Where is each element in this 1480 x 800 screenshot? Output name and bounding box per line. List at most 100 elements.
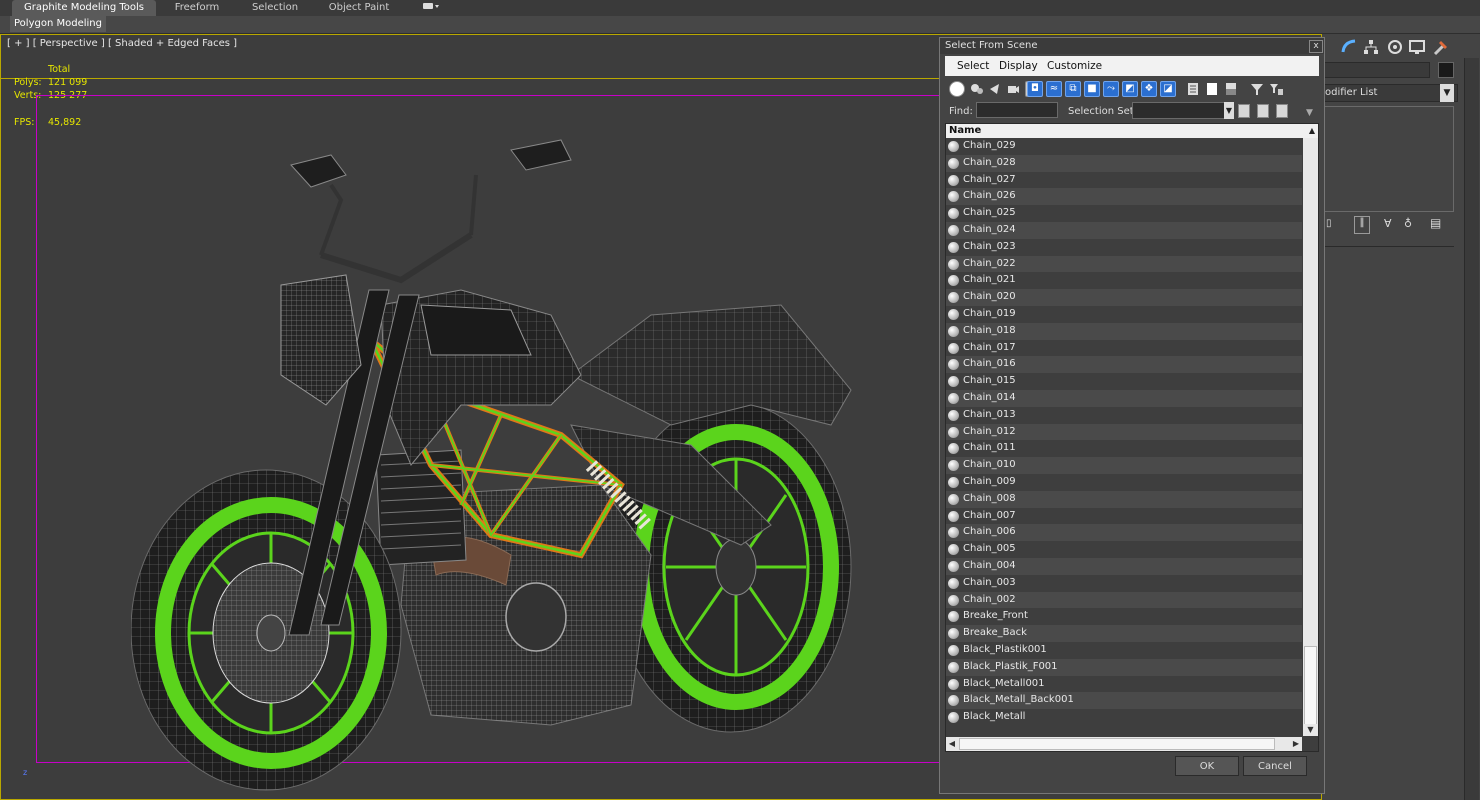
menu-customize[interactable]: Customize bbox=[1047, 60, 1102, 72]
find-input[interactable] bbox=[976, 102, 1058, 118]
ribbon-options-icon[interactable] bbox=[418, 0, 444, 16]
tab-freeform[interactable]: Freeform bbox=[160, 0, 234, 16]
list-item[interactable]: Chain_007 bbox=[946, 508, 1302, 525]
list-item[interactable]: Chain_027 bbox=[946, 172, 1302, 189]
scroll-right-icon[interactable]: ▶ bbox=[1290, 737, 1302, 751]
selection-set-dropdown[interactable] bbox=[1132, 102, 1228, 119]
tab-polygon-modeling[interactable]: Polygon Modeling bbox=[10, 16, 106, 32]
chevron-down-icon[interactable]: ▼ bbox=[1440, 84, 1454, 102]
menu-select[interactable]: Select bbox=[957, 60, 989, 72]
filter-settings-icon[interactable] bbox=[1268, 81, 1284, 97]
list-item[interactable]: Chain_014 bbox=[946, 389, 1302, 407]
ok-button[interactable]: OK bbox=[1175, 756, 1239, 776]
list-item[interactable]: Black_Plastik001 bbox=[946, 642, 1302, 659]
list-item[interactable]: Chain_016 bbox=[946, 356, 1302, 374]
pin-stack-icon[interactable]: ▯ bbox=[1326, 218, 1332, 229]
display-bones-icon[interactable]: ⤳ bbox=[1103, 81, 1119, 97]
column-header-name[interactable]: Name bbox=[946, 124, 1306, 138]
display-helpers-active-icon[interactable]: ◘ bbox=[1027, 81, 1043, 97]
list-item[interactable]: Chain_009 bbox=[946, 474, 1302, 491]
tab-graphite-modeling-tools[interactable]: Graphite Modeling Tools bbox=[12, 0, 156, 16]
list-item[interactable]: Black_Metall bbox=[946, 709, 1302, 726]
vertical-scroll-thumb[interactable] bbox=[1304, 646, 1317, 730]
chevron-down-icon[interactable]: ▼ bbox=[1224, 102, 1234, 119]
list-item[interactable]: Chain_005 bbox=[946, 541, 1302, 558]
list-vertical-scrollbar[interactable]: ▼ bbox=[1303, 138, 1318, 736]
display-cameras-icon[interactable] bbox=[1005, 81, 1021, 97]
motion-panel-icon[interactable] bbox=[1386, 38, 1404, 56]
list-item[interactable]: Chain_008 bbox=[946, 490, 1302, 508]
list-item[interactable]: Chain_013 bbox=[946, 407, 1302, 424]
display-geometry-icon[interactable] bbox=[949, 81, 965, 97]
list-item[interactable]: Chain_004 bbox=[946, 557, 1302, 575]
display-shapes-icon[interactable] bbox=[969, 81, 985, 97]
scroll-left-icon[interactable]: ◀ bbox=[946, 737, 958, 751]
object-color-swatch[interactable] bbox=[1438, 62, 1454, 78]
utilities-display-icon[interactable] bbox=[1408, 38, 1426, 56]
list-item[interactable]: Chain_003 bbox=[946, 575, 1302, 592]
close-icon[interactable]: x bbox=[1309, 40, 1323, 53]
dialog-titlebar[interactable]: Select From Scene x bbox=[940, 38, 1324, 54]
viewport-label[interactable]: [ + ] [ Perspective ] [ Shaded + Edged F… bbox=[7, 38, 237, 49]
list-item[interactable]: Chain_024 bbox=[946, 221, 1302, 239]
list-item[interactable]: Chain_019 bbox=[946, 306, 1302, 323]
horizontal-scroll-thumb[interactable] bbox=[959, 738, 1275, 750]
tab-object-paint[interactable]: Object Paint bbox=[318, 0, 400, 16]
display-lights-icon[interactable] bbox=[987, 81, 1003, 97]
object-name-field[interactable] bbox=[1322, 62, 1430, 78]
list-item[interactable]: Chain_002 bbox=[946, 591, 1302, 609]
toolbar-overflow-icon[interactable]: ▼ bbox=[1306, 108, 1313, 118]
edit-selection-set-icon[interactable] bbox=[1257, 104, 1269, 118]
list-item[interactable]: Chain_026 bbox=[946, 188, 1302, 206]
select-all-icon[interactable] bbox=[1185, 81, 1201, 97]
display-xrefs-icon[interactable]: ■ bbox=[1084, 81, 1100, 97]
make-unique-icon[interactable]: ∀ bbox=[1384, 217, 1392, 230]
list-item[interactable]: Black_Plastik_F001 bbox=[946, 658, 1302, 676]
display-containers-icon[interactable]: ◩ bbox=[1122, 81, 1138, 97]
select-invert-icon[interactable] bbox=[1223, 81, 1239, 97]
tab-selection[interactable]: Selection bbox=[238, 0, 312, 16]
menu-display[interactable]: Display bbox=[999, 60, 1038, 72]
list-item[interactable]: Chain_029 bbox=[946, 138, 1302, 155]
display-groups-icon[interactable]: ⧉ bbox=[1065, 81, 1081, 97]
list-horizontal-scrollbar[interactable]: ◀ ▶ bbox=[946, 737, 1302, 751]
create-selection-set-icon[interactable] bbox=[1238, 104, 1250, 118]
list-item[interactable]: Chain_022 bbox=[946, 255, 1302, 273]
delete-selection-set-icon[interactable] bbox=[1276, 104, 1288, 118]
list-item[interactable]: Chain_015 bbox=[946, 373, 1302, 390]
list-item[interactable]: Chain_010 bbox=[946, 457, 1302, 474]
list-item[interactable]: Chain_021 bbox=[946, 272, 1302, 289]
configure-sets-icon[interactable]: ▤ bbox=[1430, 216, 1441, 230]
utilities-hammer-icon[interactable] bbox=[1432, 38, 1450, 56]
list-item[interactable]: Chain_012 bbox=[946, 423, 1302, 441]
hierarchy-panel-icon[interactable] bbox=[1362, 38, 1380, 56]
scene-object-list[interactable]: Name ▲ Chain_029 Chain_028 Chain_027 Chain_… bbox=[945, 123, 1319, 752]
cancel-button[interactable]: Cancel bbox=[1243, 756, 1307, 776]
scroll-up-icon[interactable]: ▲ bbox=[1306, 124, 1318, 138]
remove-modifier-icon[interactable]: ♁ bbox=[1404, 217, 1412, 230]
display-spacewarps-icon[interactable]: ≈ bbox=[1046, 81, 1062, 97]
list-item[interactable]: Chain_017 bbox=[946, 340, 1302, 357]
list-item[interactable]: Breake_Front bbox=[946, 608, 1302, 625]
list-item[interactable]: Chain_028 bbox=[946, 154, 1302, 172]
list-item[interactable]: Black_Metall_Back001 bbox=[946, 692, 1302, 710]
command-panel-scrollbar[interactable] bbox=[1464, 58, 1479, 800]
modifier-list-dropdown[interactable]: odifier List bbox=[1322, 84, 1458, 102]
list-item[interactable]: Chain_006 bbox=[946, 524, 1302, 542]
show-end-result-icon[interactable]: ‖ bbox=[1354, 216, 1370, 234]
display-hidden-icon[interactable]: ◪ bbox=[1160, 81, 1176, 97]
list-item[interactable]: Chain_018 bbox=[946, 322, 1302, 340]
modifier-stack[interactable] bbox=[1322, 106, 1454, 212]
list-item[interactable]: Chain_025 bbox=[946, 205, 1302, 222]
list-item[interactable]: Breake_Back bbox=[946, 625, 1302, 642]
scroll-down-icon[interactable]: ▼ bbox=[1303, 724, 1318, 736]
filter-icon[interactable] bbox=[1249, 81, 1265, 97]
list-item-label: Chain_024 bbox=[963, 223, 1016, 235]
list-item[interactable]: Chain_011 bbox=[946, 440, 1302, 457]
list-item[interactable]: Chain_023 bbox=[946, 239, 1302, 256]
select-none-icon[interactable] bbox=[1204, 81, 1220, 97]
list-item[interactable]: Black_Metall001 bbox=[946, 676, 1302, 693]
display-panel-icon[interactable] bbox=[1340, 38, 1358, 56]
display-frozen-icon[interactable]: ❖ bbox=[1141, 81, 1157, 97]
list-item[interactable]: Chain_020 bbox=[946, 289, 1302, 306]
